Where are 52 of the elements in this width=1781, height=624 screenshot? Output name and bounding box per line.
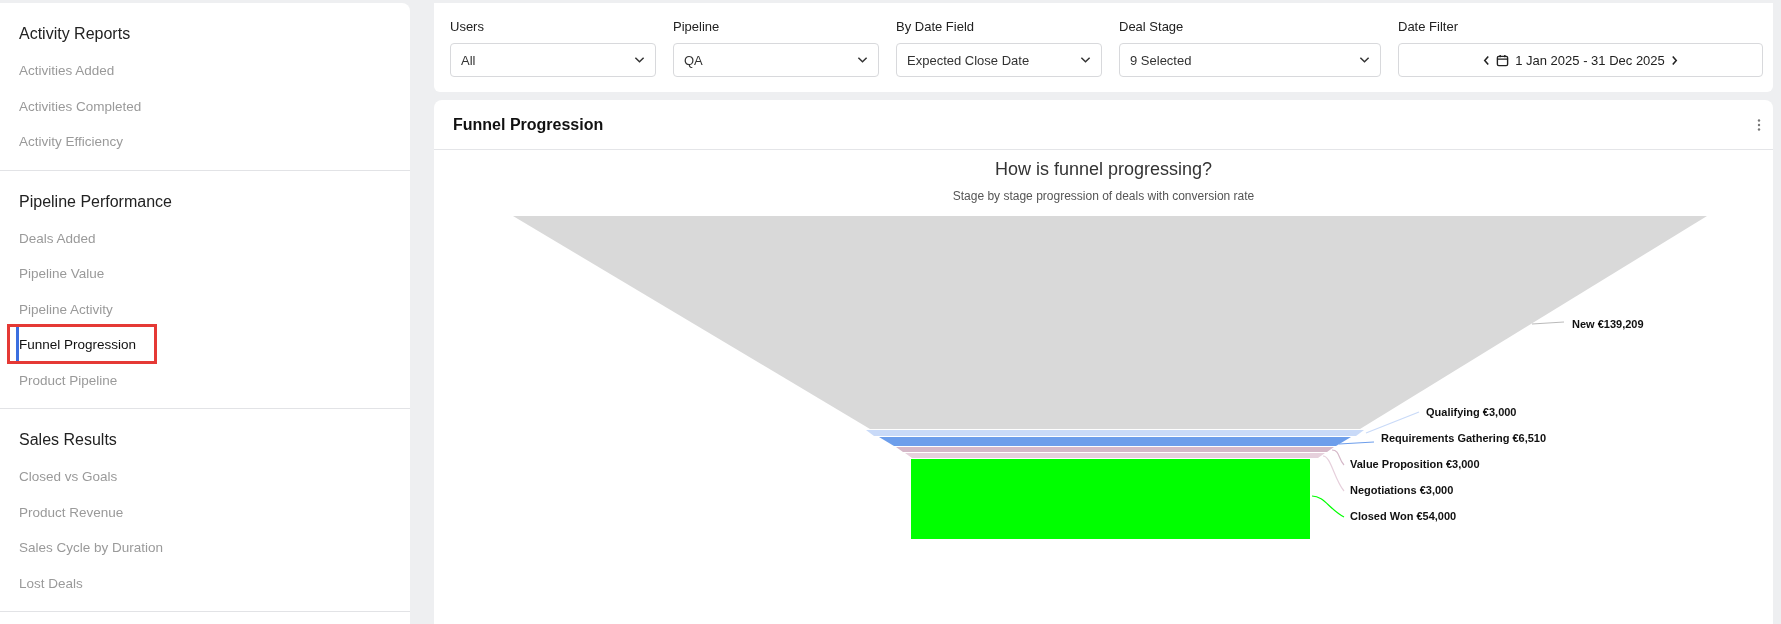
stage-label: Negotiations €3,000 — [1350, 484, 1454, 496]
report-title: Funnel Progression — [453, 115, 604, 134]
field-label: Users — [450, 19, 485, 34]
leader-line — [1311, 495, 1345, 518]
dropdown-value: Expected Close Date — [907, 52, 1030, 68]
calendar-icon — [1496, 53, 1510, 67]
chevron-left-icon[interactable] — [1483, 54, 1491, 66]
chevron-down-icon — [857, 56, 868, 64]
dropdown-value: QA — [684, 52, 703, 68]
sidebar-item[interactable]: Closed vs Goals — [19, 459, 118, 495]
sidebar-item[interactable]: Funnel Progression — [19, 327, 137, 363]
chevron-down-icon — [1359, 56, 1370, 64]
leader-line — [1531, 321, 1565, 325]
sidebar-item[interactable]: Product Revenue — [19, 494, 124, 530]
stage-label: New €139,209 — [1572, 318, 1644, 330]
section-heading: Sales Results — [19, 430, 117, 450]
chevron-down-icon — [1080, 56, 1091, 64]
dropdown-value: All — [461, 52, 476, 68]
funnel-stage[interactable] — [879, 437, 1351, 446]
field-label: Deal Stage — [1119, 19, 1185, 34]
dropdown[interactable]: Expected Close Date — [896, 43, 1102, 77]
sidebar-item[interactable]: Activity Efficiency — [19, 124, 124, 160]
stage-label: Requirements Gathering €6,510 — [1381, 432, 1547, 444]
dropdown[interactable]: 9 Selected — [1119, 43, 1381, 77]
chart-subtitle: Stage by stage progression of deals with conversion rate — [951, 189, 1256, 203]
dropdown-value: 9 Selected — [1130, 52, 1192, 68]
dropdown[interactable]: QA — [673, 43, 879, 77]
field-label: Pipeline — [673, 19, 721, 34]
sidebar-item[interactable]: Activities Completed — [19, 88, 142, 124]
stage-label: Value Proposition €3,000 — [1350, 458, 1480, 470]
section-heading: Activity Reports — [19, 24, 131, 44]
leader-line — [1338, 441, 1375, 445]
leader-line — [1365, 411, 1420, 434]
chevron-down-icon — [634, 56, 645, 64]
more-options-icon[interactable] — [1757, 118, 1761, 131]
date-range-value[interactable]: 1 Jan 2025 - 31 Dec 2025 — [1515, 52, 1665, 68]
sidebar-item[interactable]: Sales Cycle by Duration — [19, 530, 164, 566]
sidebar-item[interactable]: Pipeline Activity — [19, 291, 113, 327]
chart-title: How is funnel progressing? — [993, 159, 1214, 180]
field-label: Date Filter — [1398, 19, 1459, 34]
sidebar-item[interactable]: Product Pipeline — [19, 362, 118, 398]
sidebar-item[interactable]: Lost Deals — [19, 565, 83, 601]
stage-label: Closed Won €54,000 — [1350, 510, 1457, 522]
sidebar-item[interactable]: Pipeline Value — [19, 256, 105, 292]
stage-label: Qualifying €3,000 — [1426, 406, 1517, 418]
sidebar-item[interactable]: Deals Added — [19, 220, 96, 256]
field-label: By Date Field — [896, 19, 976, 34]
funnel-stage[interactable] — [513, 216, 1707, 429]
sidebar-item[interactable]: Activities Added — [19, 53, 115, 89]
section-heading: Pipeline Performance — [19, 191, 172, 212]
chevron-right-icon[interactable] — [1670, 54, 1678, 66]
dropdown[interactable]: All — [450, 43, 656, 77]
